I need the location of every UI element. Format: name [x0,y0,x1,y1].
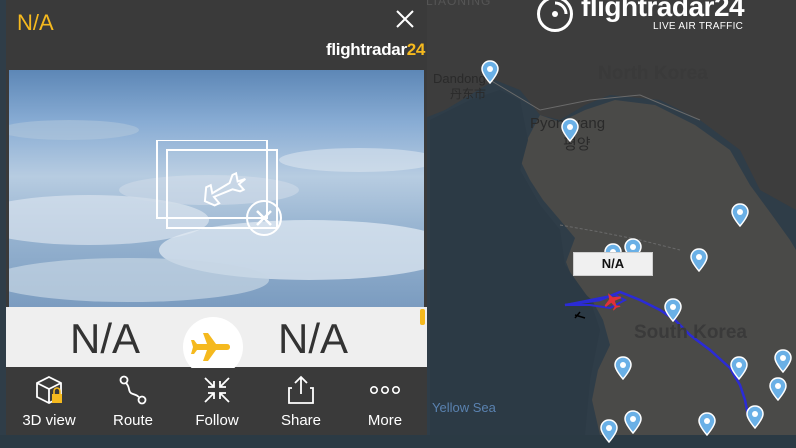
route-icon [119,375,147,405]
brand-name-part1: flightradar [581,0,714,22]
follow-label: Follow [195,412,239,429]
airport-pin-icon[interactable] [561,118,579,143]
airport-pin-icon[interactable] [730,356,748,381]
progress-indicator [420,309,425,325]
3d-view-label: 3D view [22,412,76,429]
map-region-fragment: LIAONING [426,0,492,8]
3d-cube-lock-icon [36,375,62,405]
3d-view-button[interactable]: 3D view [8,368,90,435]
label-dandong-local: 丹东市 [450,87,487,101]
panel-toolbar: 3D view Route Follow Share More [6,368,427,435]
route-bar: N/A N/A [6,307,427,377]
route-label: Route [112,412,154,429]
flight-info-panel: N/A flightradar24 N/A N/A 3D view Route … [6,0,427,435]
panel-brand-logo: flightradar24 [326,40,425,60]
airport-pin-icon[interactable] [774,349,792,374]
airport-pin-icon[interactable] [698,412,716,437]
share-label: Share [280,412,322,429]
share-icon [288,375,314,404]
airport-pin-icon[interactable] [731,203,749,228]
radar-logo-icon [537,0,573,32]
route-button[interactable]: Route [92,368,174,435]
airport-pin-icon[interactable] [481,60,499,85]
close-icon [396,10,414,28]
brand-subtitle: LIVE AIR TRAFFIC [653,21,744,32]
label-yellow-sea: Yellow Sea [432,400,496,415]
no-photo-icon [156,140,282,236]
flight-title: N/A [17,10,54,35]
close-button[interactable] [392,6,418,32]
airport-pin-icon[interactable] [664,298,682,323]
label-south-korea: South Korea [634,322,747,343]
airport-pin-icon[interactable] [600,419,618,444]
more-dots-icon [369,386,400,395]
selected-flight-tag[interactable]: N/A [573,252,653,276]
airport-pin-icon[interactable] [614,356,632,381]
airport-pin-icon[interactable] [746,405,764,430]
airport-pin-icon[interactable] [690,248,708,273]
label-dandong: Dandong [433,71,486,86]
flightradar-logo[interactable]: flightradar24 LIVE AIR TRAFFIC [537,0,747,36]
more-label: More [367,412,403,429]
brand-name-part2: 24 [713,0,745,22]
airport-pin-icon[interactable] [624,410,642,435]
follow-arrows-icon [204,377,230,403]
airport-pin-icon[interactable] [769,377,787,402]
panel-logo-part2: 24 [406,40,426,59]
label-north-korea: North Korea [598,63,708,84]
share-button[interactable]: Share [260,368,342,435]
origin-code[interactable]: N/A [70,315,140,363]
destination-code[interactable]: N/A [278,315,348,363]
panel-logo-part1: flightradar [326,40,407,59]
follow-button[interactable]: Follow [176,368,258,435]
more-button[interactable]: More [344,368,426,435]
aircraft-photo-placeholder [9,70,424,307]
